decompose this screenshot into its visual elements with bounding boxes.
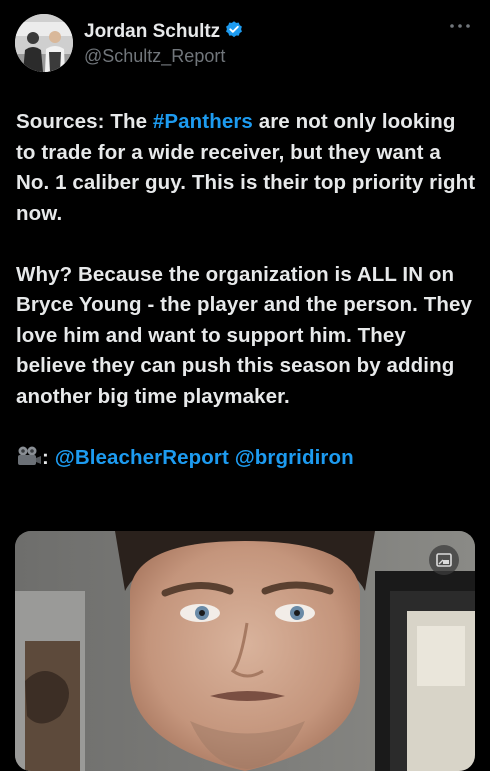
video-media[interactable] (15, 531, 475, 771)
tweet-paragraph-3: : @BleacherReport @brgridiron (16, 443, 478, 474)
author-display-name[interactable]: Jordan Schultz (84, 20, 244, 43)
tweet-header: Jordan Schultz @Schultz_Report (15, 14, 475, 74)
hashtag-panthers-link[interactable]: #Panthers (153, 110, 253, 133)
author-handle[interactable]: @Schultz_Report (84, 46, 225, 67)
author-name-text: Jordan Schultz (84, 21, 221, 42)
video-thumbnail (15, 531, 475, 771)
mention-brgridiron-link[interactable]: @brgridiron (235, 446, 354, 469)
pip-glyph (436, 553, 452, 567)
mention-bleacherreport-link[interactable]: @BleacherReport (55, 446, 229, 469)
tweet-paragraph-2: Why? Because the organization is ALL IN … (16, 262, 472, 408)
video-camera-emoji-icon (18, 446, 41, 465)
tweet-body: Sources: The #Panthers are not only look… (16, 107, 478, 473)
more-options-icon[interactable] (449, 20, 471, 32)
tweet-text-segment: : (42, 445, 55, 469)
picture-in-picture-icon[interactable] (429, 545, 459, 575)
author-avatar[interactable] (15, 14, 73, 72)
verified-badge-icon (226, 21, 243, 38)
tweet-text-segment: Sources: The (16, 110, 153, 133)
avatar-photo-icon (15, 14, 73, 72)
tweet-paragraph-1: Sources: The #Panthers are not only look… (16, 107, 478, 229)
